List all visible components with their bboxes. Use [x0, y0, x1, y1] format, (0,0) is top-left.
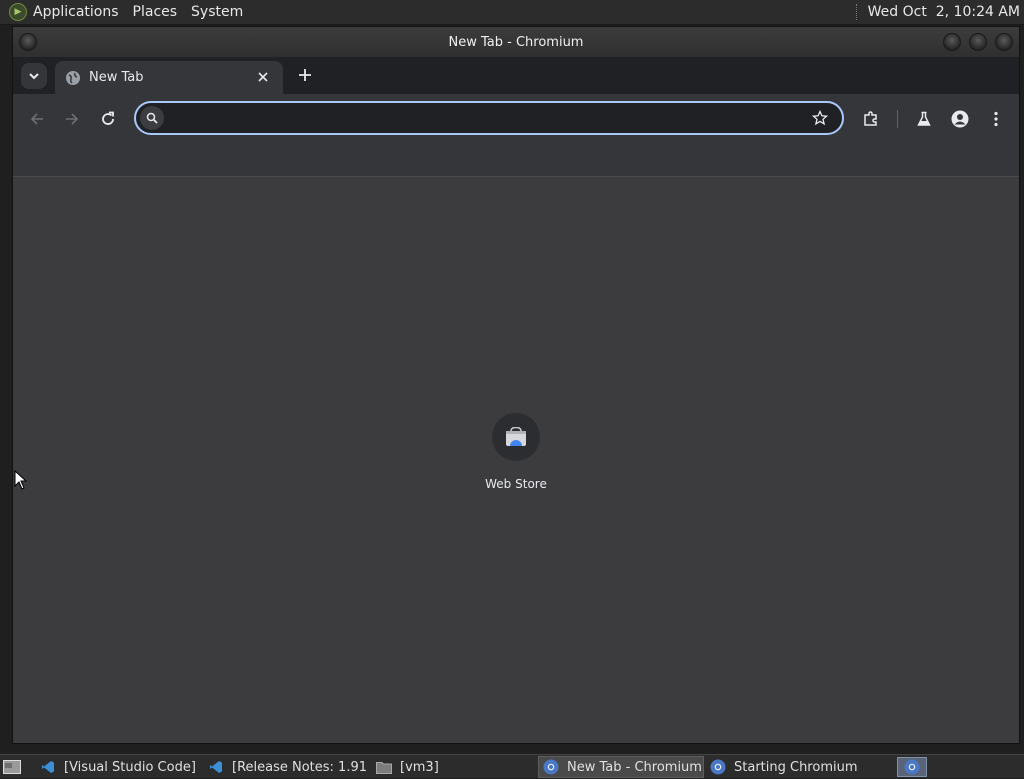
taskbar-item-label: [Visual Studio Code] [64, 759, 196, 775]
menu-applications[interactable]: Applications [33, 4, 119, 20]
omnibox[interactable] [134, 101, 844, 135]
close-icon [258, 72, 268, 82]
puzzle-icon [864, 111, 877, 126]
chevron-down-icon [29, 73, 39, 80]
tab-title: New Tab [89, 70, 144, 85]
arrow-right-icon [66, 113, 79, 125]
arrow-left-icon [30, 113, 43, 125]
clock[interactable]: Wed Oct 2, 10:24 AM [868, 4, 1020, 20]
taskbar-item-vscode[interactable]: [Visual Studio Code] [36, 756, 196, 778]
web-store-icon [492, 413, 540, 461]
panel-separator [855, 4, 860, 20]
forward-button[interactable] [60, 107, 84, 131]
taskbar-item-label: Starting Chromium [734, 759, 858, 775]
tab-strip: New Tab [13, 57, 1019, 94]
profile-button[interactable] [948, 107, 972, 131]
tab-new-tab[interactable]: New Tab [55, 61, 283, 94]
new-tab-button[interactable] [295, 65, 315, 85]
shortcut-label: Web Store [485, 477, 547, 491]
taskbar-item-label: [Release Notes: 1.91… [232, 759, 366, 775]
bottom-panel: [Visual Studio Code] [Release Notes: 1.9… [0, 754, 1024, 778]
taskbar-item-starting-chromium[interactable]: Starting Chromium [706, 756, 872, 778]
workspace-switcher[interactable] [897, 757, 927, 777]
menu-system[interactable]: System [191, 4, 243, 20]
back-button[interactable] [25, 107, 49, 131]
distro-logo-icon[interactable]: ▶ [9, 3, 27, 21]
profile-icon [951, 110, 969, 128]
vscode-icon [40, 759, 56, 775]
flask-icon [917, 111, 931, 126]
maximize-button[interactable] [969, 33, 987, 51]
bookmark-star-button[interactable] [810, 108, 830, 128]
folder-icon [376, 759, 392, 775]
chromium-icon [710, 759, 726, 775]
window-menu-button[interactable] [19, 33, 37, 51]
labs-button[interactable] [912, 107, 936, 131]
new-tab-page: Web Store [13, 177, 1019, 743]
search-icon [140, 106, 164, 130]
browser-window: New Tab - Chromium New Tab Web Store [12, 26, 1020, 744]
taskbar-item-label: [vm3] [400, 759, 439, 775]
toolbar-divider [897, 110, 898, 128]
kebab-menu-icon [994, 111, 998, 127]
close-window-button[interactable] [995, 33, 1013, 51]
show-desktop-button[interactable] [3, 758, 21, 775]
vscode-icon [208, 759, 224, 775]
menu-places[interactable]: Places [133, 4, 178, 20]
toolbar [13, 94, 1019, 144]
address-input[interactable] [170, 107, 804, 131]
tab-close-button[interactable] [255, 69, 271, 85]
reload-button[interactable] [96, 107, 120, 131]
plus-icon [299, 69, 311, 81]
extensions-button[interactable] [859, 107, 883, 131]
mouse-cursor-icon [14, 469, 28, 494]
minimize-button[interactable] [943, 33, 961, 51]
menu-button[interactable] [984, 107, 1008, 131]
globe-icon [65, 70, 81, 86]
desktop-icon [3, 760, 21, 774]
chromium-icon [904, 759, 920, 775]
top-panel: ▶ Applications Places System Wed Oct 2, … [0, 0, 1024, 25]
star-icon [812, 110, 828, 126]
top-panel-right: Wed Oct 2, 10:24 AM [855, 0, 1020, 24]
taskbar-item-vm3[interactable]: [vm3] [372, 756, 532, 778]
shortcut-web-store[interactable]: Web Store [475, 413, 557, 491]
tab-search-button[interactable] [21, 63, 47, 89]
bookmarks-bar [13, 144, 1019, 177]
taskbar-item-release-notes[interactable]: [Release Notes: 1.91… [204, 756, 366, 778]
taskbar-item-new-tab-chromium[interactable]: New Tab - Chromium [538, 756, 704, 778]
taskbar-item-label: New Tab - Chromium [567, 759, 702, 775]
window-title: New Tab - Chromium [448, 34, 584, 50]
reload-icon [102, 111, 114, 125]
chromium-icon [543, 759, 559, 775]
window-titlebar[interactable]: New Tab - Chromium [13, 27, 1019, 57]
